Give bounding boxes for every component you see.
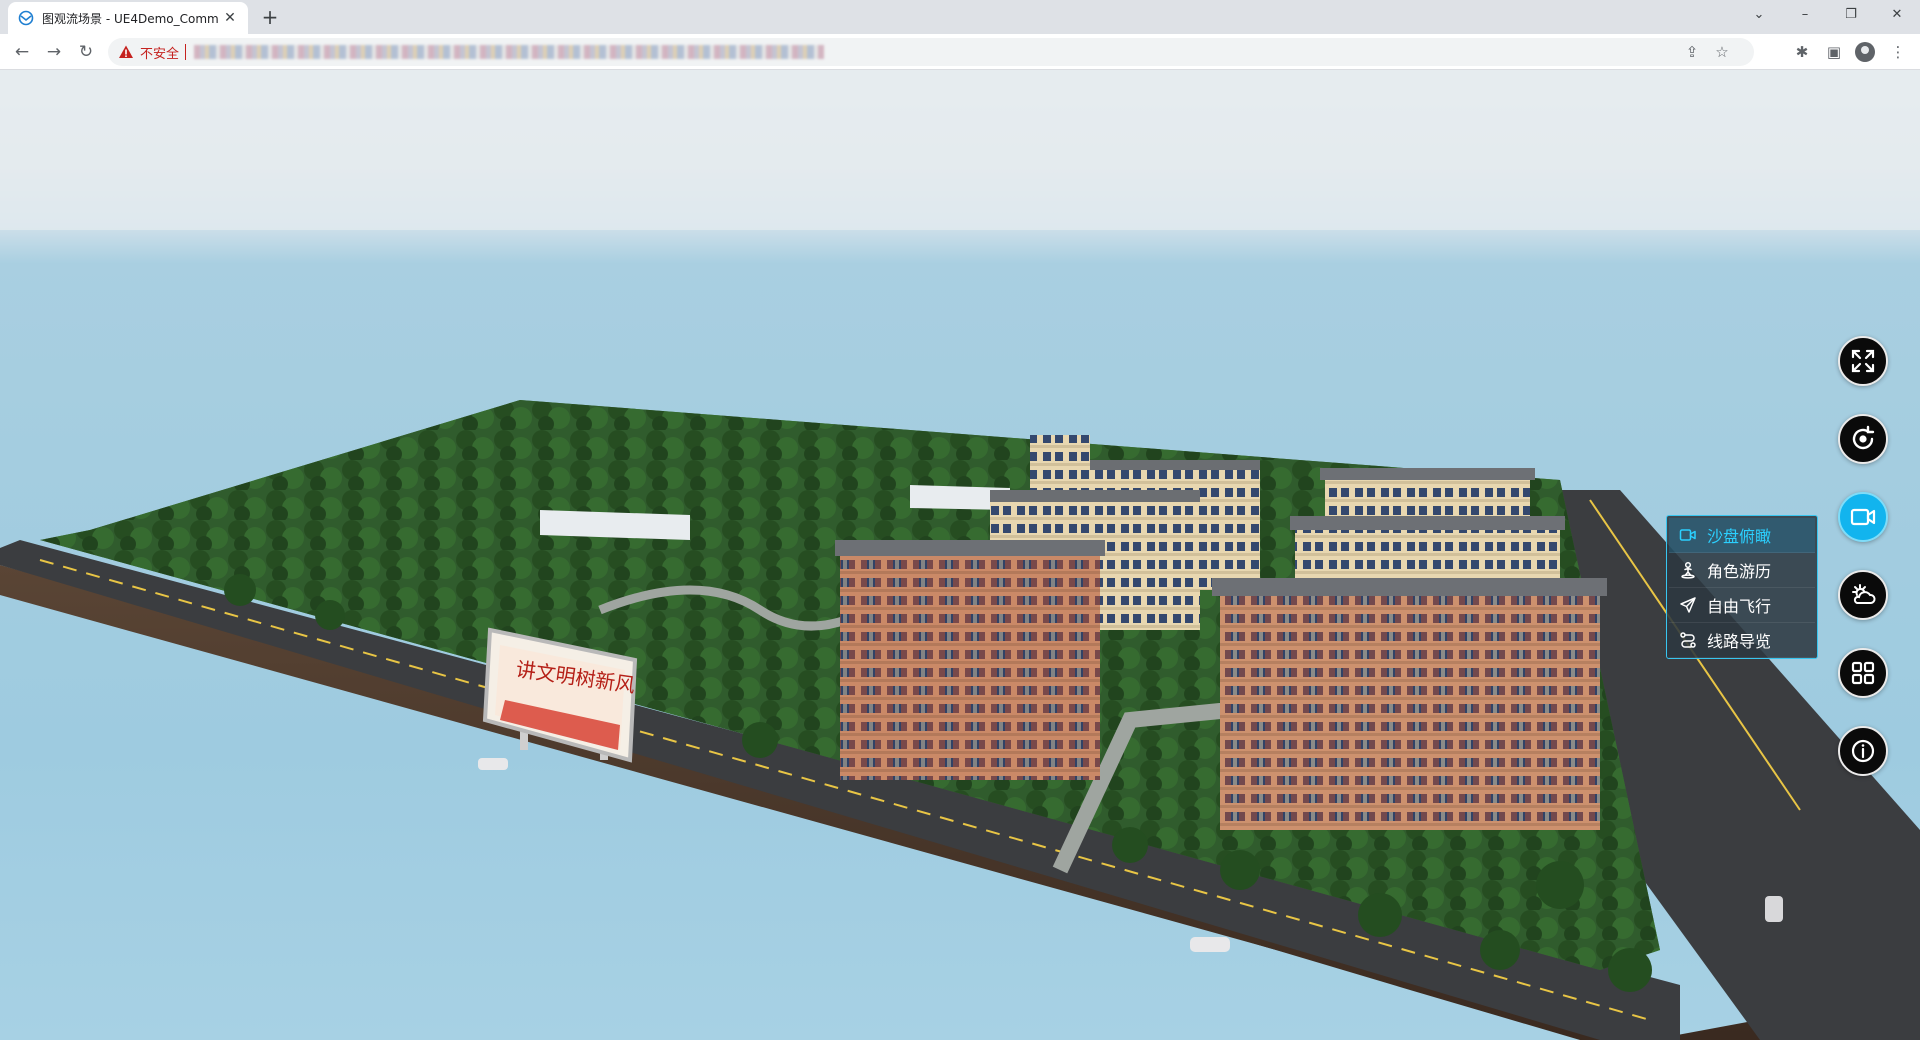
address-bar[interactable]: 不安全 ••••••••••••••••••••••••••••••••••••… — [108, 38, 1754, 66]
view-mode-menu: 沙盘俯瞰 角色游历 自由飞行 线路导览 — [1666, 515, 1818, 659]
app-favicon-icon — [18, 10, 34, 26]
back-button[interactable]: ← — [10, 40, 34, 64]
warning-icon — [119, 45, 133, 58]
window-close-button[interactable]: ✕ — [1874, 0, 1920, 30]
expand-icon — [1851, 349, 1875, 373]
tab-strip: 图观流场景 - UE4Demo_Comm ✕ + ⌄ – ❐ ✕ — [0, 0, 1920, 34]
rotate-icon — [1852, 425, 1875, 450]
browser-menu-icon[interactable]: ⋮ — [1886, 40, 1910, 64]
menu-item-character-tour[interactable]: 角色游历 — [1669, 553, 1815, 588]
rotate-button[interactable] — [1838, 414, 1888, 464]
paper-plane-icon — [1680, 597, 1696, 613]
menu-item-route-tour[interactable]: 线路导览 — [1669, 623, 1815, 658]
video-camera-icon — [1679, 529, 1696, 541]
person-icon — [1681, 561, 1695, 579]
security-label[interactable]: 不安全 — [140, 43, 179, 62]
route-icon — [1680, 632, 1696, 648]
sun-cloud-icon — [1852, 584, 1876, 604]
browser-tab[interactable]: 图观流场景 - UE4Demo_Comm ✕ — [8, 2, 248, 34]
tab-close-icon[interactable]: ✕ — [222, 10, 238, 26]
info-icon — [1851, 739, 1875, 763]
new-tab-button[interactable]: + — [258, 6, 282, 30]
menu-item-sandbox-overview[interactable]: 沙盘俯瞰 — [1669, 518, 1815, 553]
share-icon[interactable]: ⇪ — [1678, 38, 1706, 66]
weather-button[interactable] — [1838, 570, 1888, 620]
reload-button[interactable]: ↻ — [74, 40, 98, 64]
side-panel-icon[interactable]: ▣ — [1822, 40, 1846, 64]
menu-item-label: 沙盘俯瞰 — [1707, 527, 1772, 546]
minimize-button[interactable]: – — [1782, 0, 1828, 30]
extensions-icon[interactable]: ✱ — [1790, 40, 1814, 64]
url-text[interactable]: ••••••••••••••••••••••••••••••••••••••••… — [194, 45, 825, 59]
tab-search-icon[interactable]: ⌄ — [1736, 0, 1782, 30]
tab-title: 图观流场景 - UE4Demo_Comm — [42, 11, 219, 26]
scene-viewport[interactable]: 讲文明树新风 沙盘俯瞰 角色游历 自由飞行 线路导览 — [0, 70, 1920, 1040]
fullscreen-button[interactable] — [1838, 336, 1888, 386]
profile-avatar[interactable] — [1855, 42, 1875, 62]
layout-button[interactable] — [1838, 648, 1888, 698]
maximize-button[interactable]: ❐ — [1828, 0, 1874, 30]
info-button[interactable] — [1838, 726, 1888, 776]
camera-view-button[interactable] — [1838, 492, 1888, 542]
address-separator — [185, 44, 187, 60]
forward-button[interactable]: → — [42, 40, 66, 64]
building-b — [835, 540, 1105, 780]
menu-item-label: 线路导览 — [1707, 632, 1772, 651]
grid-icon — [1851, 661, 1875, 685]
menu-item-free-flight[interactable]: 自由飞行 — [1669, 588, 1815, 623]
sandbox-scene[interactable]: 讲文明树新风 — [0, 70, 1920, 1040]
menu-item-label: 角色游历 — [1707, 562, 1772, 581]
browser-toolbar: ← → ↻ 不安全 ••••••••••••••••••••••••••••••… — [0, 34, 1920, 70]
video-camera-icon — [1850, 508, 1876, 526]
menu-item-label: 自由飞行 — [1707, 597, 1772, 616]
bookmark-star-icon[interactable]: ☆ — [1708, 38, 1736, 66]
